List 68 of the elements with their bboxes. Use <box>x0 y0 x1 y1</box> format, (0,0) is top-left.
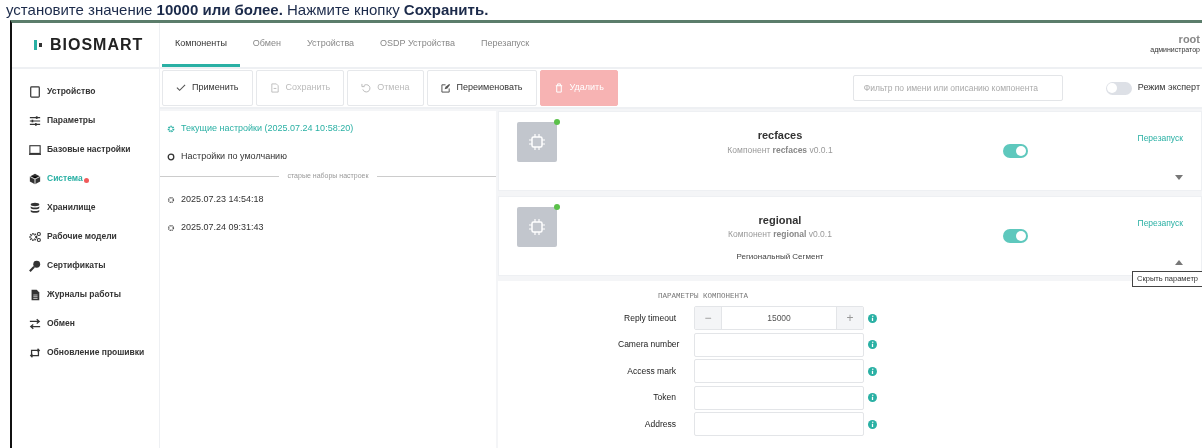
gears-icon <box>29 230 41 243</box>
toggle-switch[interactable] <box>1003 144 1028 158</box>
component-name: recfaces <box>757 128 803 143</box>
collapse-caret-icon[interactable] <box>1175 259 1183 265</box>
tab[interactable]: Перезапуск <box>468 23 543 67</box>
tab[interactable]: OSDP Устройства <box>367 23 468 67</box>
sidebar-item[interactable]: Устройство <box>12 77 159 106</box>
toggle-switch[interactable] <box>1105 81 1132 95</box>
gear-icon <box>167 125 175 133</box>
check-icon <box>176 83 186 93</box>
sidebar-item[interactable]: Обмен <box>12 309 159 338</box>
info-icon <box>868 340 877 349</box>
component-description: Региональный Сегмент <box>736 251 824 263</box>
chip-icon <box>528 217 546 236</box>
logo-text: BIOSMART <box>50 35 144 55</box>
input-field[interactable] <box>694 412 864 436</box>
settings-item[interactable]: Настройки по умолчанию <box>160 143 496 171</box>
info-icon <box>868 419 877 429</box>
document-icon <box>269 83 280 93</box>
key-icon <box>29 259 41 272</box>
sidebar-item[interactable]: Параметры <box>12 106 159 135</box>
filter-field[interactable]: Фильтр по имени или описанию компонента <box>852 75 1063 101</box>
sidebar-item[interactable]: Журналы работы <box>12 280 159 309</box>
document-text: установите значение 10000 или более. Нажмите кнопку Сохранить. <box>5 0 490 20</box>
swap-icon <box>29 317 41 330</box>
tab[interactable]: Устройства <box>294 23 368 67</box>
component-name: regional <box>758 212 802 228</box>
input-field[interactable] <box>694 385 864 410</box>
tab[interactable]: Обмен <box>239 23 294 67</box>
sidebar-item[interactable]: Базовые настройки <box>12 135 159 164</box>
field-label: Camera number <box>618 338 681 351</box>
toolbar-button[interactable]: Применить <box>162 70 253 106</box>
monitor-icon <box>29 143 41 156</box>
info-icon <box>868 313 877 323</box>
user-name: root <box>1178 34 1200 46</box>
repeat-icon <box>29 346 41 359</box>
tablet-icon <box>29 85 41 98</box>
settings-item[interactable]: 2025.07.24 09:31:43 <box>160 213 496 242</box>
info-icon <box>868 366 877 376</box>
sidebar-item[interactable]: Рабочие модели <box>12 222 159 251</box>
toolbar-button[interactable]: Переименовать <box>426 70 537 106</box>
toggle-switch[interactable] <box>1003 228 1028 243</box>
trash-icon <box>553 83 564 93</box>
file-icon <box>29 288 41 301</box>
settings-item[interactable]: 2025.07.23 14:54:18 <box>160 185 496 214</box>
component-version: Компонент recfaces v0.0.1 <box>727 143 833 157</box>
undo-icon <box>361 83 372 93</box>
gear-icon <box>167 195 175 204</box>
sliders-icon <box>29 114 41 127</box>
sidebar-item[interactable]: Сертификаты <box>12 251 159 280</box>
field-label: Reply timeout <box>623 311 677 325</box>
input-field[interactable] <box>694 332 864 357</box>
edit-icon <box>440 83 451 93</box>
component-version: Компонент regional v0.0.1 <box>728 228 832 241</box>
expand-caret-icon[interactable] <box>1175 174 1183 180</box>
chip-icon <box>528 133 546 151</box>
toggle-label: Режим эксперт <box>1137 81 1200 95</box>
gear-icon <box>167 223 175 232</box>
sidebar-item[interactable]: Обновление прошивки <box>12 338 159 367</box>
cube-icon <box>29 172 41 185</box>
field-label: Token <box>652 391 677 404</box>
input-field[interactable] <box>694 359 864 383</box>
field-label: Access mark <box>626 364 677 378</box>
database-icon <box>29 201 41 214</box>
field-label: Address <box>643 417 677 431</box>
info-icon <box>868 393 877 402</box>
circle-icon <box>167 153 175 161</box>
sidebar-item[interactable]: Хранилище <box>12 193 159 222</box>
